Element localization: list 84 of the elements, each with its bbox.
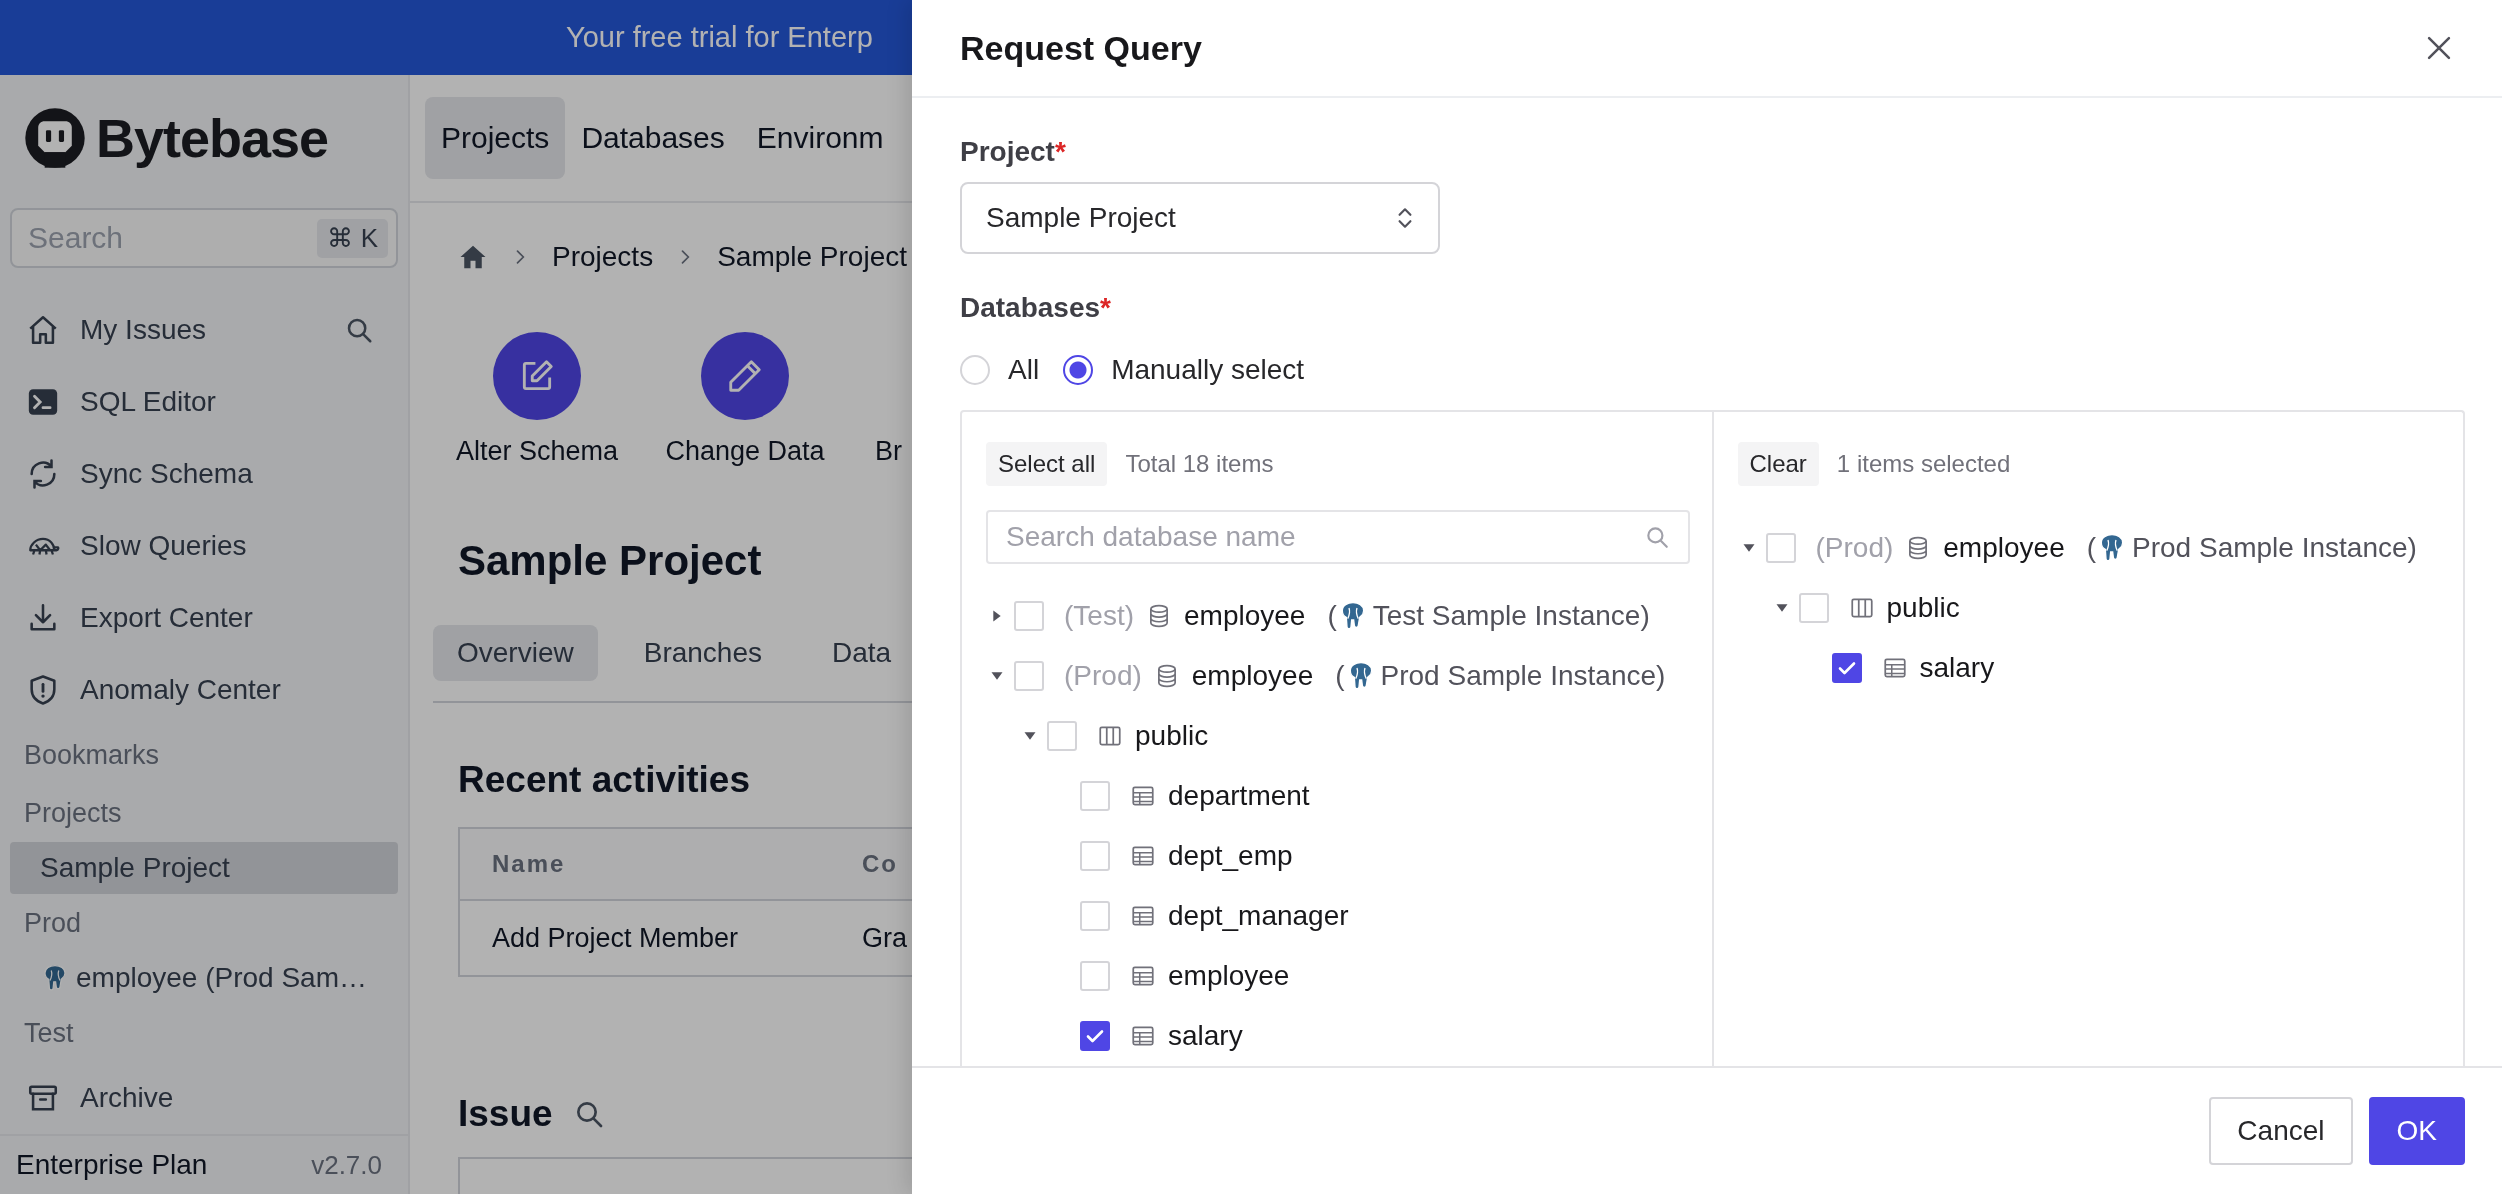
field-label: Project* [960,136,1067,168]
required-mark: * [1054,136,1066,167]
nav-tab[interactable]: Databases [565,97,741,179]
table-cell-text: Gra [861,922,908,954]
sidebar-item[interactable]: Sync Schema [10,438,398,510]
action-label[interactable]: Change Data [665,436,825,467]
section-title: Recent activities [458,759,752,801]
schema-icon [1848,595,1875,621]
checkbox[interactable] [1080,1021,1110,1051]
schema-icon [1097,723,1123,749]
version-label: v2.7.0 [311,1149,382,1181]
table-icon [1881,655,1908,681]
instance-name: Test Sample Instance) [1372,600,1650,632]
table-icon [1130,963,1156,989]
breadcrumb-link[interactable]: Sample Project [717,241,908,273]
sidebar-item[interactable]: Archive [10,1062,398,1134]
sidebar-item[interactable]: employee (Prod Sam… [10,952,398,1004]
table-cell-text: Add Project Member [491,922,740,954]
brand-name: Bytebase [96,106,329,169]
item-count: 1 items selected [1836,450,2011,478]
sidebar-item[interactable]: Anomaly Center [10,654,398,726]
environment-label: (Prod) [1815,532,1894,564]
table-icon [1130,1023,1156,1049]
nav-tab[interactable]: Projects [425,97,566,179]
radio-button[interactable] [1063,355,1094,385]
bracket: ( [1335,660,1345,692]
banner-text: Your free trial for Enterp [566,21,873,54]
environment-label: (Prod) [1064,660,1142,692]
radio-label[interactable]: Manually select [1111,354,1305,386]
drawer-title: Request Query [960,28,1202,68]
bracket: ( [1327,600,1337,632]
project-title: Sample Project [458,537,763,585]
table-name[interactable]: salary [1168,1020,1243,1052]
item-count: Total 18 items [1125,450,1274,478]
shortcut-badge: ⌘ K [317,218,388,258]
environment-label: (Test) [1064,600,1134,632]
ok-button[interactable]: OK [2368,1097,2465,1165]
sidebar-item[interactable]: Export Center [10,582,398,654]
sidebar-item[interactable]: My Issues [10,294,398,366]
section-heading: Prod [23,906,83,940]
instance-name: Prod Sample Instance) [1380,660,1666,692]
checkbox[interactable] [1831,653,1862,683]
table-icon [1130,903,1156,929]
breadcrumb-link[interactable]: Projects [552,241,654,273]
instance-name: Prod Sample Instance) [2132,532,2417,564]
field-label: Databases* [960,292,1112,324]
project-select[interactable]: Sample Project [960,182,1440,254]
logo-icon [24,106,86,169]
tab[interactable]: Branches [619,625,786,681]
database-name[interactable]: employee [1191,660,1314,692]
column-header: Co [861,850,899,878]
table-name[interactable]: department [1168,780,1310,812]
pencil-icon [726,357,764,395]
table-name[interactable]: dept_manager [1168,900,1349,932]
table-icon [1130,783,1156,809]
radio-label[interactable]: All [1008,354,1040,386]
table-name[interactable]: dept_emp [1168,840,1293,872]
sidebar-item[interactable]: Slow Queries [10,510,398,582]
sidebar-item[interactable]: SQL Editor [10,366,398,438]
table-name[interactable]: employee [1168,960,1290,992]
clear-button[interactable]: Clear [1737,442,1819,486]
table-name[interactable]: salary [1919,652,1995,684]
section-heading: Bookmarks [23,738,161,772]
section-heading: Test [23,1016,75,1050]
table-icon [1130,843,1156,869]
bracket: ( [2086,532,2097,564]
action-label[interactable]: Alter Schema [455,436,619,467]
required-mark: * [1100,292,1111,323]
schema-name[interactable]: public [1886,592,1960,624]
database-name[interactable]: employee [1184,600,1306,632]
section-heading: Projects [23,796,123,830]
schema-name[interactable]: public [1135,720,1209,752]
nav-tab[interactable]: Environm [740,97,900,179]
tab[interactable]: Data [808,625,912,681]
tab[interactable]: Overview [433,625,598,681]
cancel-button[interactable]: Cancel [2209,1097,2353,1165]
column-header: Name [491,850,567,878]
sidebar-item[interactable]: Sample Project [10,842,398,894]
database-name[interactable]: employee [1943,532,2065,564]
search-field[interactable]: Search ⌘ K [10,208,398,268]
action-label[interactable]: Br [875,436,902,467]
select-all-button[interactable]: Select all [986,442,1108,486]
section-title: Issue [458,1093,553,1135]
plan-name: Enterprise Plan [16,1149,208,1181]
